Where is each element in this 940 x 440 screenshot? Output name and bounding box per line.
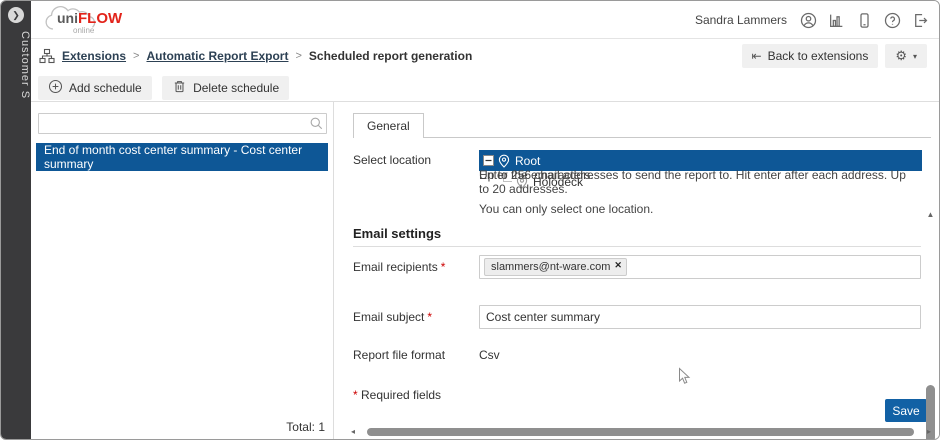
delete-schedule-label: Delete schedule (193, 81, 279, 95)
logout-icon[interactable] (912, 12, 929, 29)
email-recipients-input[interactable]: slammers@nt-ware.com ✕ (479, 255, 921, 279)
delete-schedule-button[interactable]: Delete schedule (162, 76, 289, 100)
required-marker: * (353, 388, 358, 402)
breadcrumb-actions: ⇤ Back to extensions ⚙ ▾ (742, 44, 927, 68)
user-icon[interactable] (800, 12, 817, 29)
add-schedule-button[interactable]: Add schedule (38, 76, 152, 100)
horizontal-scrollbar-thumb[interactable] (367, 428, 914, 436)
schedule-list-item-selected[interactable]: End of month cost center summary - Cost … (36, 143, 328, 171)
schedule-item-label: End of month cost center summary - Cost … (44, 143, 328, 171)
mobile-icon[interactable] (856, 12, 873, 29)
email-subject-input[interactable] (479, 305, 921, 329)
required-fields-text: Required fields (361, 388, 441, 402)
section-divider (353, 246, 921, 247)
help-icon[interactable] (884, 12, 901, 29)
location-hint: You can only select one location. (479, 202, 653, 216)
settings-dropdown-button[interactable]: ⚙ ▾ (885, 44, 927, 68)
back-arrow-icon: ⇤ (752, 49, 762, 63)
breadcrumb-bar: Extensions > Automatic Report Export > S… (31, 39, 939, 73)
required-fields-note: * Required fields (353, 388, 441, 402)
recipient-email: slammers@nt-ware.com (491, 261, 610, 273)
schedule-list-panel: End of month cost center summary - Cost … (31, 102, 334, 440)
scroll-right-arrow[interactable]: ▸ (927, 427, 931, 436)
horizontal-scrollbar: ◂ ▸ (351, 427, 931, 437)
logo-uni: uni (57, 10, 78, 26)
total-count-label: Total: 1 (286, 420, 325, 434)
breadcrumb-separator: > (133, 50, 139, 62)
schedule-search-input[interactable] (38, 113, 327, 134)
email-subject-hint: Up to 256 characters. (479, 168, 594, 182)
statistics-icon[interactable] (828, 12, 845, 29)
uniflow-logo: uniFLOW online (43, 3, 135, 37)
email-subject-label: Email subject (353, 310, 424, 324)
vertical-scrollbar: ▲ ▼ (924, 210, 937, 440)
schedule-detail-pane: General Select location Root (335, 102, 939, 439)
general-form: Select location Root (353, 138, 917, 439)
add-circle-icon (48, 79, 63, 97)
back-button-label: Back to extensions (768, 49, 869, 63)
extensions-hierarchy-icon (39, 48, 55, 64)
trash-icon (172, 79, 187, 97)
back-to-extensions-button[interactable]: ⇤ Back to extensions (742, 44, 879, 68)
chevron-right-icon: ❯ (12, 10, 20, 20)
gear-icon: ⚙ (895, 48, 907, 64)
remove-tag-icon[interactable]: ✕ (614, 259, 622, 271)
breadcrumb-separator: > (295, 50, 301, 62)
logo-flow: FLOW (78, 10, 122, 27)
logo-online: online (73, 26, 94, 35)
tab-general[interactable]: General (353, 113, 424, 138)
required-marker: * (441, 260, 446, 274)
app-header: uniFLOW online Sandra Lammers (31, 1, 939, 39)
location-pin-icon (498, 154, 510, 168)
report-file-format-label: Report file format (353, 348, 445, 362)
scroll-up-arrow[interactable]: ▲ (924, 210, 937, 219)
tree-collapse-icon[interactable] (483, 155, 494, 166)
report-file-format-value: Csv (479, 348, 500, 362)
header-actions: Sandra Lammers (695, 1, 929, 39)
add-schedule-label: Add schedule (69, 81, 142, 95)
user-name: Sandra Lammers (695, 13, 787, 27)
required-marker: * (427, 310, 432, 324)
breadcrumb-current-page: Scheduled report generation (309, 49, 472, 63)
tree-node-label: Root (515, 154, 540, 168)
select-location-label: Select location (353, 153, 431, 167)
email-settings-heading: Email settings (353, 226, 441, 241)
scroll-left-arrow[interactable]: ◂ (351, 427, 355, 436)
save-button[interactable]: Save (885, 399, 927, 422)
breadcrumb: Extensions > Automatic Report Export > S… (39, 39, 472, 73)
breadcrumb-link-automatic-report-export[interactable]: Automatic Report Export (146, 49, 288, 63)
recipient-tag: slammers@nt-ware.com ✕ (484, 258, 627, 276)
tab-strip-divider (353, 137, 931, 138)
email-recipients-label: Email recipients (353, 260, 438, 274)
chevron-down-icon: ▾ (913, 52, 917, 61)
schedule-toolbar: Add schedule Delete schedule (31, 73, 939, 102)
customer-rail: ❯ Customer S (1, 1, 31, 440)
breadcrumb-link-extensions[interactable]: Extensions (62, 49, 126, 63)
rail-expand-button[interactable]: ❯ (8, 7, 24, 23)
customer-label: Customer S (1, 29, 31, 99)
uniflow-online-window: ❯ Customer S uniFLOW online Sandra Lamme… (0, 0, 940, 440)
